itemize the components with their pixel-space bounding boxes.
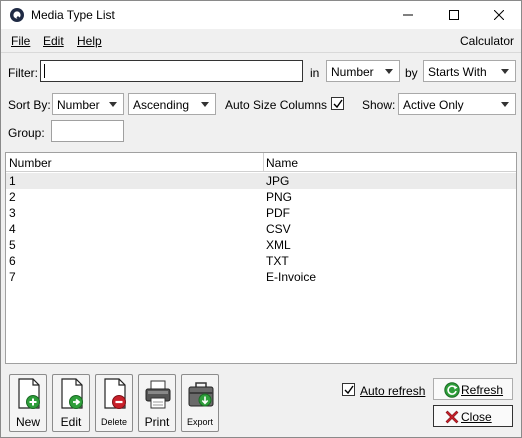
cell-number: 7 — [9, 270, 16, 284]
show-filter-value: Active Only — [403, 98, 464, 112]
menu-calculator[interactable]: Calculator — [460, 34, 514, 48]
refresh-button-label: Refresh — [461, 383, 504, 397]
auto-refresh-label: Auto refresh — [360, 384, 426, 398]
new-button-label: New — [15, 415, 40, 429]
table-row[interactable]: 7 E-Invoice — [6, 269, 516, 285]
menu-file-label: File — [11, 34, 31, 48]
auto-size-columns-label: Auto Size Columns — [225, 98, 328, 112]
app-logo-icon — [10, 8, 24, 22]
cell-name: XML — [266, 238, 291, 252]
media-type-list-window: Media Type List File Edit Help Calculato… — [0, 0, 522, 438]
cell-number: 1 — [9, 174, 16, 188]
table-row[interactable]: 2 PNG — [6, 189, 516, 205]
filter-mode-select[interactable]: Starts With — [423, 60, 516, 82]
window-title: Media Type List — [31, 8, 115, 22]
cell-number: 6 — [9, 254, 16, 268]
export-briefcase-icon — [188, 382, 214, 407]
cell-number: 2 — [9, 190, 16, 204]
cell-name: CSV — [266, 222, 291, 236]
auto-refresh-checkbox[interactable] — [342, 383, 355, 396]
filter-label: Filter: — [8, 66, 38, 80]
sort-field-value: Number — [57, 98, 100, 112]
close-icon — [494, 10, 504, 20]
show-filter-select[interactable]: Active Only — [398, 93, 516, 115]
refresh-button[interactable]: Refresh — [433, 378, 513, 400]
sort-field-select[interactable]: Number — [52, 93, 124, 115]
filter-in-label: in — [310, 66, 320, 80]
cell-number: 5 — [9, 238, 16, 252]
menu-edit[interactable]: Edit — [43, 34, 64, 48]
cell-number: 4 — [9, 222, 16, 236]
table-row[interactable]: 5 XML — [6, 237, 516, 253]
table-row[interactable]: 6 TXT — [6, 253, 516, 269]
minimize-icon — [403, 14, 413, 16]
export-button[interactable]: Export — [181, 374, 219, 432]
chevron-down-icon — [501, 102, 509, 107]
printer-icon — [145, 380, 171, 409]
checkmark-icon — [344, 385, 354, 395]
close-button-label: Close — [461, 410, 492, 424]
group-input[interactable] — [51, 120, 124, 142]
export-button-label: Export — [186, 417, 213, 427]
cell-name: PDF — [266, 206, 290, 220]
cell-number: 3 — [9, 206, 16, 220]
column-header-number[interactable]: Number — [9, 156, 52, 170]
chevron-down-icon — [385, 69, 393, 74]
menu-edit-label: Edit — [43, 34, 64, 48]
filter-input[interactable] — [40, 60, 303, 82]
edit-document-icon — [61, 378, 83, 409]
print-button-label: Print — [144, 415, 170, 429]
sort-order-select[interactable]: Ascending — [128, 93, 216, 115]
refresh-icon — [444, 382, 460, 398]
close-x-icon — [445, 410, 459, 424]
cell-name: TXT — [266, 254, 289, 268]
table-row[interactable]: 4 CSV — [6, 221, 516, 237]
cell-name: JPG — [266, 174, 290, 188]
menu-file[interactable]: File — [11, 34, 30, 48]
chevron-down-icon — [501, 69, 509, 74]
sort-by-label: Sort By: — [8, 98, 51, 112]
filter-field-select[interactable]: Number — [326, 60, 400, 82]
delete-button-label: Delete — [100, 417, 127, 427]
delete-document-icon — [104, 378, 126, 409]
filter-mode-value: Starts With — [428, 65, 487, 79]
column-header-name[interactable]: Name — [266, 156, 298, 170]
close-button[interactable]: Close — [433, 405, 513, 427]
table-row[interactable]: 3 PDF — [6, 205, 516, 221]
table-header: Number Name — [6, 153, 516, 172]
menu-help[interactable]: Help — [77, 34, 102, 48]
table-row[interactable]: 1 JPG — [6, 173, 516, 189]
checkmark-icon — [333, 99, 343, 109]
column-divider[interactable] — [263, 153, 264, 172]
new-document-icon — [18, 378, 40, 409]
filter-field-value: Number — [331, 65, 374, 79]
new-button[interactable]: New — [9, 374, 47, 432]
cell-name: E-Invoice — [266, 270, 317, 284]
print-button[interactable]: Print — [138, 374, 176, 432]
title-bar: Media Type List — [1, 1, 521, 29]
edit-button-label: Edit — [60, 415, 82, 429]
delete-button[interactable]: Delete — [95, 374, 133, 432]
maximize-button[interactable] — [431, 1, 477, 29]
auto-size-columns-checkbox[interactable] — [331, 97, 344, 110]
menu-bar: File Edit Help Calculator — [1, 29, 521, 53]
show-label: Show: — [362, 98, 396, 112]
sort-order-value: Ascending — [133, 98, 190, 112]
chevron-down-icon — [201, 102, 209, 107]
cell-name: PNG — [266, 190, 293, 204]
maximize-icon — [449, 10, 459, 20]
filter-by-label: by — [405, 66, 418, 80]
text-caret — [44, 64, 45, 78]
group-label: Group: — [8, 126, 45, 140]
media-type-table[interactable]: Number Name 1 JPG 2 PNG 3 PDF 4 CSV 5 XM… — [5, 152, 517, 364]
minimize-button[interactable] — [385, 1, 431, 29]
menu-help-label: Help — [77, 34, 102, 48]
edit-button[interactable]: Edit — [52, 374, 90, 432]
chevron-down-icon — [109, 102, 117, 107]
close-window-button[interactable] — [476, 1, 522, 29]
